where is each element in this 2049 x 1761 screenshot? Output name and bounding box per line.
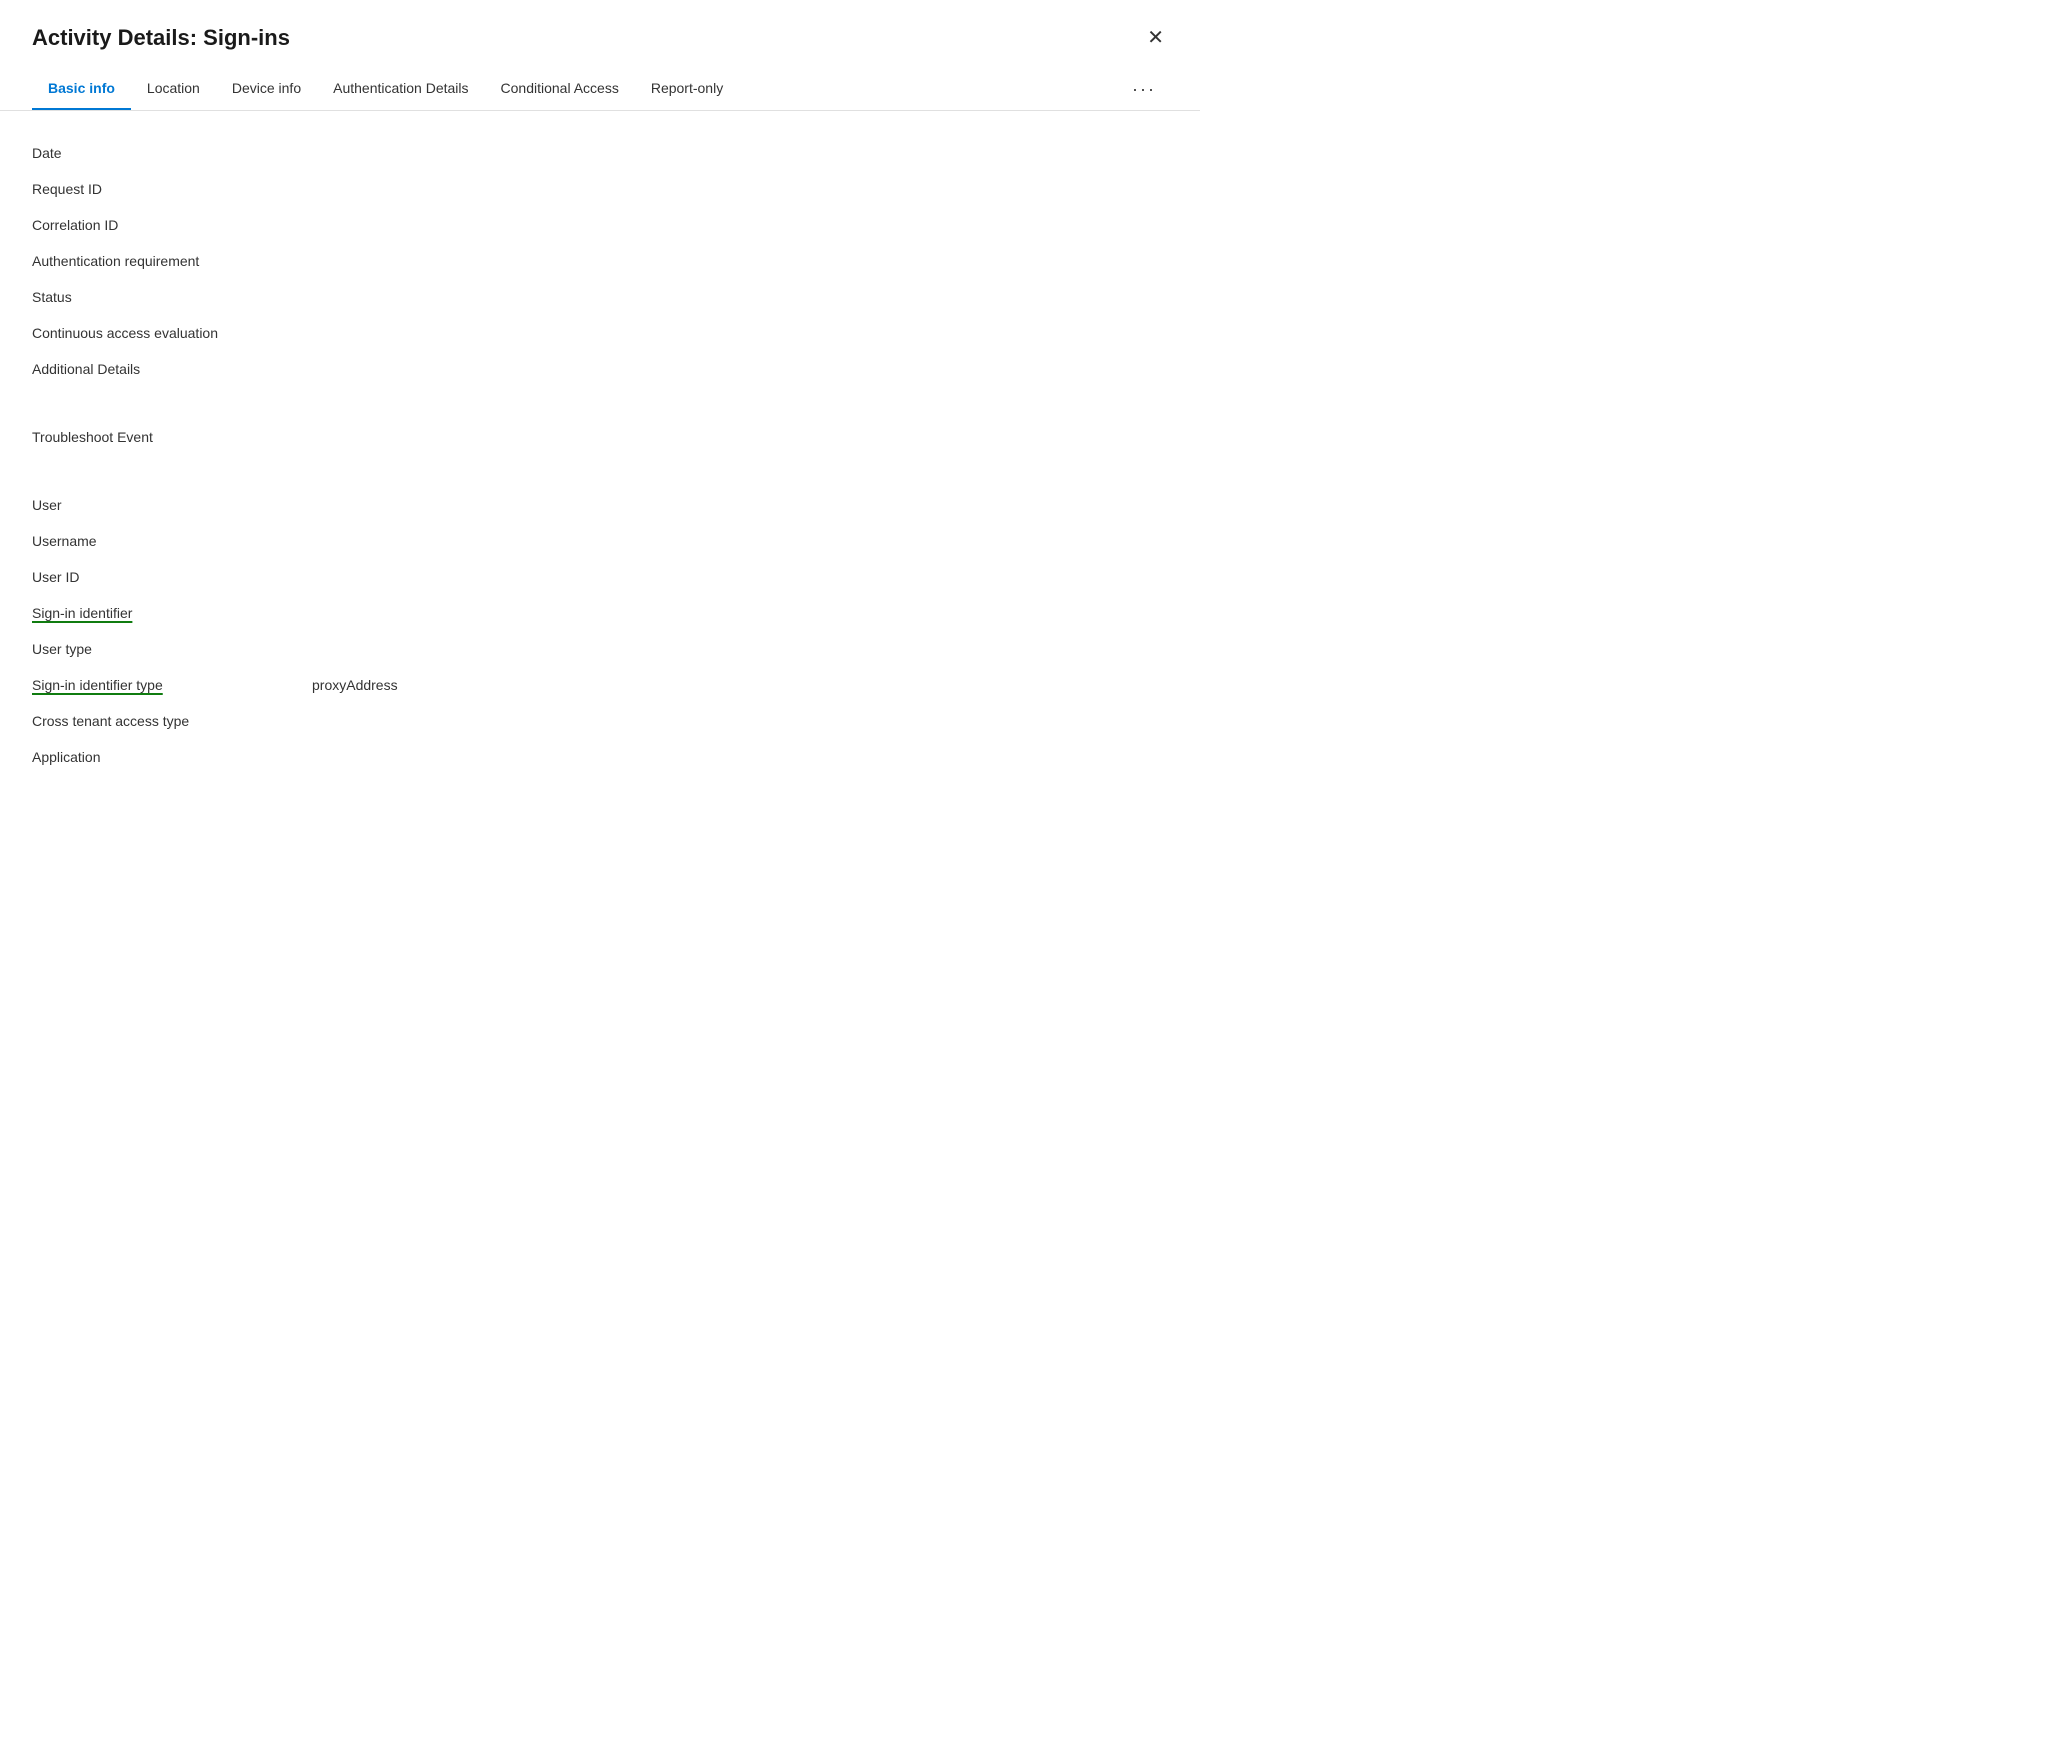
field-row-user: User [32, 487, 1168, 523]
field-row-continuous-access: Continuous access evaluation [32, 315, 1168, 351]
field-label-user: User [32, 497, 312, 513]
field-label-status: Status [32, 289, 312, 305]
field-row-additional-details: Additional Details [32, 351, 1168, 387]
close-button[interactable]: ✕ [1143, 24, 1168, 52]
field-label-date: Date [32, 145, 312, 161]
field-label-troubleshoot-event: Troubleshoot Event [32, 429, 312, 445]
field-row-auth-requirement: Authentication requirement [32, 243, 1168, 279]
tab-location[interactable]: Location [131, 68, 216, 110]
field-label-continuous-access: Continuous access evaluation [32, 325, 312, 341]
field-row-sign-in-identifier-type: Sign-in identifier type proxyAddress [32, 667, 1168, 703]
activity-details-dialog: Activity Details: Sign-ins ✕ Basic info … [0, 0, 1200, 900]
tab-conditional-access[interactable]: Conditional Access [485, 68, 635, 110]
field-row-user-id: User ID [32, 559, 1168, 595]
field-row-application: Application [32, 739, 1168, 775]
tab-device-info[interactable]: Device info [216, 68, 317, 110]
section-spacer-1 [32, 387, 1168, 419]
tab-authentication-details[interactable]: Authentication Details [317, 68, 484, 110]
field-label-auth-requirement: Authentication requirement [32, 253, 312, 269]
field-row-user-type: User type [32, 631, 1168, 667]
tabs-container: Basic info Location Device info Authenti… [0, 68, 1200, 111]
field-label-user-type: User type [32, 641, 312, 657]
field-label-username: Username [32, 533, 312, 549]
field-row-username: Username [32, 523, 1168, 559]
field-label-sign-in-identifier: Sign-in identifier [32, 605, 312, 621]
field-label-correlation-id: Correlation ID [32, 217, 312, 233]
section-troubleshoot: Troubleshoot Event [32, 419, 1168, 455]
content-area: Date Request ID Correlation ID Authentic… [0, 111, 1200, 799]
section-user-fields: User Username User ID Sign-in identifier… [32, 487, 1168, 775]
field-label-additional-details: Additional Details [32, 361, 312, 377]
field-label-application: Application [32, 749, 312, 765]
field-row-status: Status [32, 279, 1168, 315]
tab-basic-info[interactable]: Basic info [32, 68, 131, 110]
section-basic-fields: Date Request ID Correlation ID Authentic… [32, 135, 1168, 387]
field-label-user-id: User ID [32, 569, 312, 585]
field-row-request-id: Request ID [32, 171, 1168, 207]
field-row-correlation-id: Correlation ID [32, 207, 1168, 243]
dialog-title: Activity Details: Sign-ins [32, 25, 290, 51]
field-row-date: Date [32, 135, 1168, 171]
field-label-request-id: Request ID [32, 181, 312, 197]
field-row-cross-tenant-access-type: Cross tenant access type [32, 703, 1168, 739]
section-spacer-2 [32, 455, 1168, 487]
tab-report-only[interactable]: Report-only [635, 68, 739, 110]
tabs-more-button[interactable]: ··· [1120, 71, 1168, 108]
field-label-cross-tenant-access-type: Cross tenant access type [32, 713, 312, 729]
field-row-troubleshoot-event: Troubleshoot Event [32, 419, 1168, 455]
field-row-sign-in-identifier: Sign-in identifier [32, 595, 1168, 631]
field-value-sign-in-identifier-type: proxyAddress [312, 677, 1168, 693]
field-label-sign-in-identifier-type: Sign-in identifier type [32, 677, 312, 693]
dialog-header: Activity Details: Sign-ins ✕ [0, 0, 1200, 68]
